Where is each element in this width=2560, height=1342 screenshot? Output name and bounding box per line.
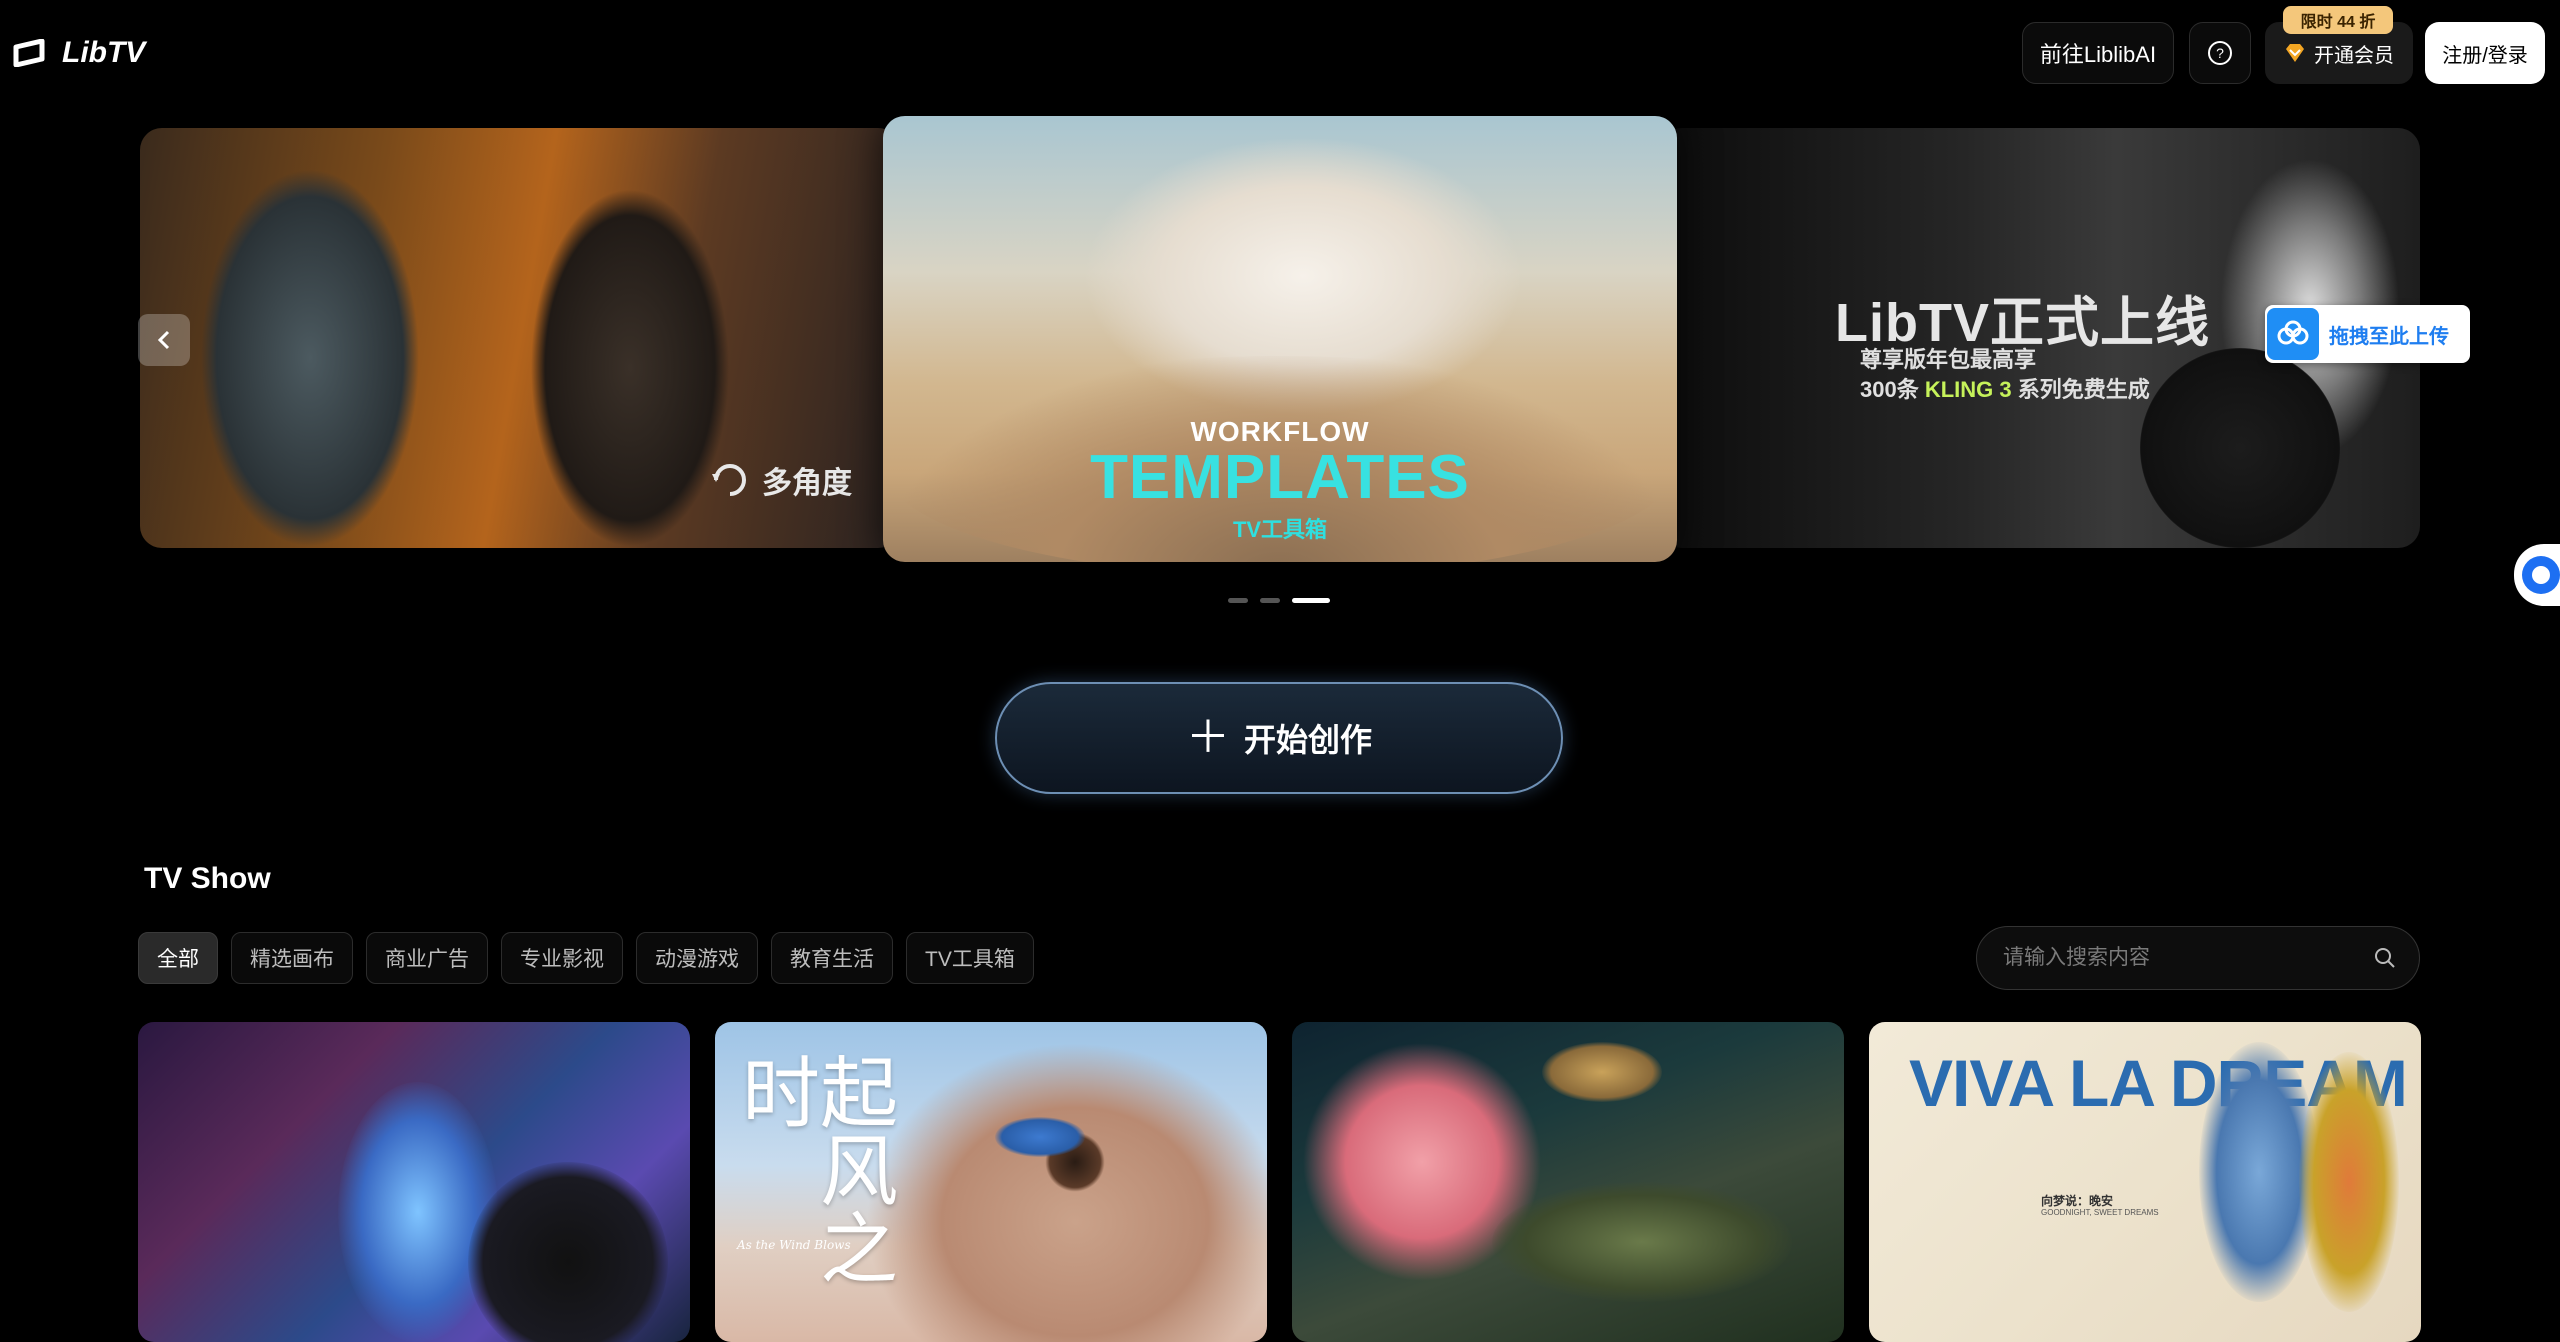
show-card[interactable] (1292, 1022, 1844, 1342)
tab-anime-games[interactable]: 动漫游戏 (636, 932, 758, 984)
help-button[interactable]: ? (2189, 22, 2251, 84)
card-subtitle-en: GOODNIGHT, SWEET DREAMS (2041, 1208, 2159, 1217)
assistant-icon (2522, 556, 2560, 594)
logo-icon (13, 39, 45, 67)
start-create-label: 开始创作 (1243, 722, 1372, 758)
card-subtitle: As the Wind Blows (737, 1238, 851, 1252)
upload-cloud-icon (2267, 308, 2319, 360)
vip-label: 开通会员 (2314, 44, 2394, 67)
carousel-prev-button[interactable] (138, 314, 190, 366)
login-button[interactable]: 注册/登录 (2425, 22, 2545, 84)
slide-center-title-main: TEMPLATES (1090, 443, 1470, 512)
carousel-dot[interactable] (1228, 598, 1248, 603)
carousel-dot[interactable] (1260, 598, 1280, 603)
card-subtitle-cn: 向梦说：晚安 (2041, 1194, 2114, 1208)
logo-text: LibTV (62, 36, 146, 69)
tab-all[interactable]: 全部 (138, 932, 218, 984)
show-card[interactable]: 起风之时 As the Wind Blows (715, 1022, 1267, 1342)
multi-angle-icon (712, 464, 746, 496)
slide-center-title-sub: TV工具箱 (1232, 517, 1328, 542)
carousel-slide-left[interactable]: 多角度 (140, 128, 900, 548)
tab-film-tv[interactable]: 专业影视 (501, 932, 623, 984)
carousel-pagination (1228, 598, 1330, 603)
tab-tv-toolbox[interactable]: TV工具箱 (906, 932, 1034, 984)
upload-label: 拖拽至此上传 (2329, 325, 2449, 348)
plus-icon: ＋ (1185, 713, 1230, 762)
show-card[interactable]: VIVA LA DREAM 向梦说：晚安 GOODNIGHT, SWEET DR… (1869, 1022, 2421, 1342)
search-icon[interactable] (2373, 946, 2397, 970)
slide-left-caption: 多角度 (710, 458, 852, 502)
section-title: TV Show (144, 862, 271, 895)
chevron-left-icon (157, 330, 170, 350)
carousel-slide-center[interactable]: WORKFLOW TEMPLATES TV工具箱 (883, 116, 1677, 562)
tab-commercial-ads[interactable]: 商业广告 (366, 932, 488, 984)
category-tabs: 全部 精选画布 商业广告 专业影视 动漫游戏 教育生活 TV工具箱 (138, 932, 1034, 984)
diamond-icon (2286, 44, 2304, 62)
card-title: 起风之时 (729, 1052, 897, 1286)
vip-discount-badge: 限时 44 折 (2283, 6, 2393, 34)
question-icon: ? (2208, 41, 2232, 65)
side-assistant-tab[interactable] (2514, 544, 2560, 606)
search-box (1976, 926, 2420, 990)
search-input[interactable] (2003, 946, 2343, 970)
upload-dropzone[interactable]: 拖拽至此上传 (2265, 305, 2470, 363)
tab-education-life[interactable]: 教育生活 (771, 932, 893, 984)
slide-right-subtitle-2: 300条 KLING 3 系列免费生成 (1860, 377, 2150, 402)
show-card[interactable] (138, 1022, 690, 1342)
logo[interactable]: LibTV (12, 36, 145, 70)
slide-right-subtitle-1: 尊享版年包最高享 (1860, 347, 2037, 372)
go-liblibai-button[interactable]: 前往LiblibAI (2022, 22, 2174, 84)
carousel-dot-active[interactable] (1292, 598, 1330, 603)
tab-featured-canvas[interactable]: 精选画布 (231, 932, 353, 984)
svg-text:?: ? (2216, 45, 2224, 61)
start-create-button[interactable]: ＋ 开始创作 (995, 682, 1563, 794)
